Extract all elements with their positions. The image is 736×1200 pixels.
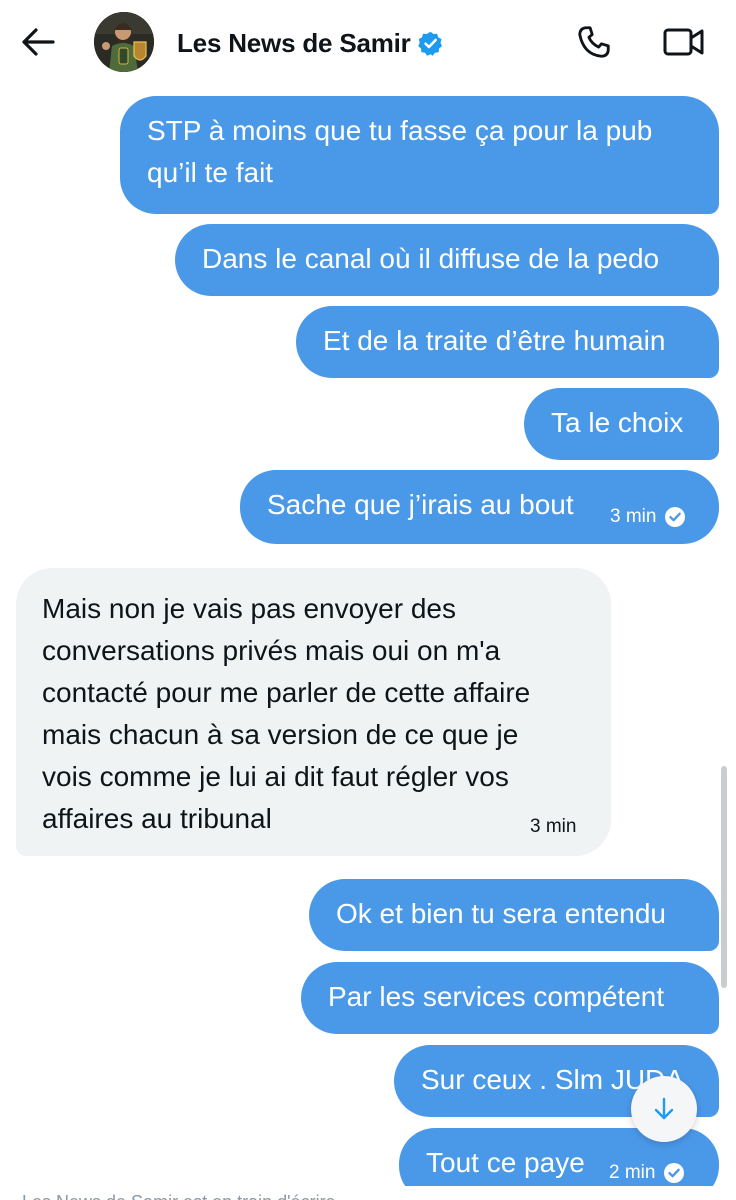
arrow-left-icon	[20, 27, 56, 57]
message-text-line: vois comme je lui ai dit faut régler vos	[42, 761, 509, 792]
video-camera-icon	[662, 25, 706, 59]
message-text-line: Et de la traite d’être humain	[323, 325, 666, 356]
scroll-to-bottom-button[interactable]	[631, 1076, 697, 1142]
message-text-line: affaires au tribunal	[42, 803, 272, 834]
message-text-line: Par les services compétent	[328, 981, 665, 1012]
conversation-title[interactable]: Les News de Samir	[177, 26, 444, 60]
message-thread[interactable]: STP à moins que tu fasse ça pour la pub …	[0, 0, 736, 1200]
message-bubble[interactable]: Sache que j’irais au bout 3 min	[240, 470, 719, 544]
message-meta: 2 min	[609, 1162, 685, 1184]
read-receipt-icon	[663, 1162, 685, 1184]
message-meta: 3 min	[530, 816, 576, 838]
message-timestamp: 3 min	[610, 506, 657, 527]
scrollbar-thumb[interactable]	[721, 766, 727, 988]
read-receipt-icon	[664, 506, 686, 528]
video-call-button[interactable]	[660, 20, 708, 64]
message-text-line: Ta le choix	[551, 407, 684, 438]
message-text-line: conversations privés mais oui on m'a	[42, 635, 501, 666]
typing-indicator-bar: Les News de Samir est en train d'écrire	[0, 1186, 736, 1200]
back-button[interactable]	[16, 22, 60, 62]
message-bubble[interactable]: Et de la traite d’être humain	[296, 306, 719, 378]
message-text-line: qu’il te fait	[147, 157, 274, 188]
conversation-header: Les News de Samir	[0, 0, 736, 92]
message-timestamp: 2 min	[609, 1162, 656, 1183]
message-text-line: mais chacun à sa version de ce que je	[42, 719, 519, 750]
avatar[interactable]	[94, 12, 154, 72]
verified-badge-icon	[417, 30, 444, 57]
message-text-line: STP à moins que tu fasse ça pour la pub	[147, 115, 653, 146]
message-text-line: Ok et bien tu sera entendu	[336, 898, 666, 929]
message-bubble[interactable]: Dans le canal où il diffuse de la pedo	[175, 224, 719, 296]
phone-icon	[576, 24, 612, 60]
message-text-line: Dans le canal où il diffuse de la pedo	[202, 243, 660, 274]
message-meta: 3 min	[610, 506, 686, 528]
message-text-line: contacté pour me parler de cette affaire	[42, 677, 531, 708]
message-bubble-received[interactable]: Mais non je vais pas envoyer des convers…	[16, 568, 611, 856]
message-bubble[interactable]: Ok et bien tu sera entendu	[309, 879, 719, 951]
typing-indicator-text: Les News de Samir est en train d'écrire	[22, 1192, 336, 1200]
contact-name: Les News de Samir	[177, 27, 411, 58]
arrow-down-icon	[651, 1096, 677, 1122]
message-timestamp: 3 min	[530, 816, 577, 837]
message-bubble[interactable]: Ta le choix	[524, 388, 719, 460]
call-button[interactable]	[572, 20, 616, 64]
message-bubble[interactable]: Par les services compétent	[301, 962, 719, 1034]
message-text-line: Mais non je vais pas envoyer des	[42, 593, 456, 624]
message-bubble[interactable]: STP à moins que tu fasse ça pour la pub …	[120, 96, 719, 214]
